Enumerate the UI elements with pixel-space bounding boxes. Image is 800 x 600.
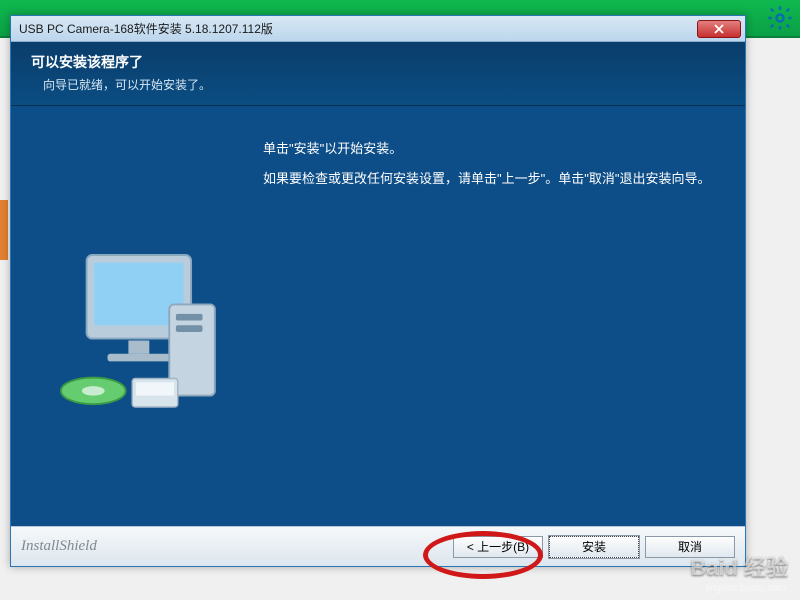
watermark-url: jingyan.baidu.com [705,583,786,594]
install-button[interactable]: 安装 [549,536,639,558]
gear-icon [766,4,794,32]
header-subtitle: 向导已就绪，可以开始安装了。 [31,76,725,93]
brand-label: InstallShield [21,538,447,555]
window-title: USB PC Camera-168软件安装 5.18.1207.112版 [15,20,697,37]
titlebar: USB PC Camera-168软件安装 5.18.1207.112版 [11,16,745,42]
instruction-line-2: 如果要检查或更改任何安装设置，请单击"上一步"。单击"取消"退出安装向导。 [263,168,715,190]
wizard-content: 单击"安装"以开始安装。 如果要检查或更改任何安装设置，请单击"上一步"。单击"… [11,106,745,526]
wizard-header: 可以安装该程序了 向导已就绪，可以开始安装了。 [11,42,745,106]
watermark-logo: Baid 经验 [690,550,788,582]
installer-window: USB PC Camera-168软件安装 5.18.1207.112版 可以安… [10,15,746,567]
wizard-footer: InstallShield < 上一步(B) 安装 取消 [11,526,745,566]
instruction-line-1: 单击"安装"以开始安装。 [263,138,402,160]
close-button[interactable] [697,20,741,38]
close-icon [714,24,724,34]
bg-orange-marker [0,200,8,260]
header-title: 可以安装该程序了 [31,52,725,72]
computer-illustration [41,236,231,426]
back-button[interactable]: < 上一步(B) [453,536,543,558]
